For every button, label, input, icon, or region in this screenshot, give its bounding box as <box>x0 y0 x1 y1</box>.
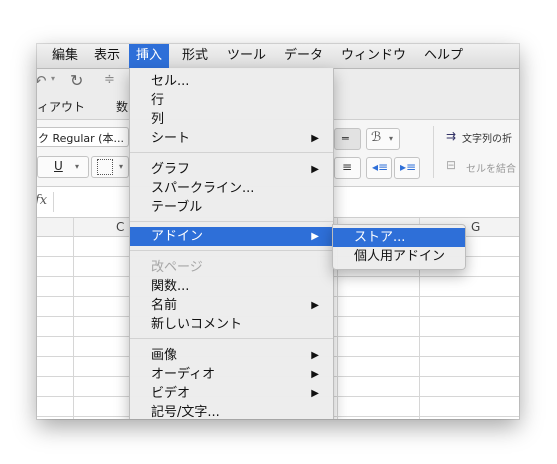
align-right-button[interactable]: ≡ <box>334 157 361 179</box>
excel-window: 編集 表示 挿入 形式 ツール データ ウィンドウ ヘルプ ↶ ▾ ↻ ≑ ィア… <box>37 44 519 419</box>
menu-data[interactable]: データ <box>277 44 330 68</box>
submenu-arrow-icon: ▶ <box>311 300 319 311</box>
menu-item-label: 改ページ <box>151 260 203 275</box>
merge-button[interactable]: セルを結合 <box>466 160 516 175</box>
menu-edit[interactable]: 編集 <box>45 44 85 68</box>
menu-item-chart[interactable]: グラフ ▶ <box>130 160 333 179</box>
submenu-arrow-icon: ▶ <box>311 231 319 242</box>
menu-format[interactable]: 形式 <box>175 44 215 68</box>
divider <box>433 126 434 178</box>
orientation-button[interactable]: ℬ ▾ <box>366 128 400 150</box>
customize-toolbar-icon[interactable]: ≑ <box>104 72 115 87</box>
submenu-arrow-icon: ▶ <box>311 133 319 144</box>
submenu-item-label: ストア... <box>354 230 406 245</box>
menu-tools[interactable]: ツール <box>220 44 273 68</box>
menu-item-function[interactable]: 関数... <box>130 277 333 296</box>
borders-button[interactable]: ▾ <box>91 156 129 178</box>
divider <box>53 192 54 212</box>
menu-item-page-break: 改ページ <box>130 258 333 277</box>
submenu-arrow-icon: ▶ <box>311 164 319 175</box>
increase-indent-button[interactable]: ▸≡ <box>394 157 420 179</box>
column-header-c[interactable]: C <box>116 220 124 234</box>
menu-item-columns[interactable]: 列 <box>130 110 333 129</box>
menu-item-new-comment[interactable]: 新しいコメント <box>130 315 333 334</box>
wrap-text-button[interactable]: 文字列の折 <box>462 130 512 145</box>
menu-item-label: グラフ <box>151 162 191 177</box>
submenu-item-label: 個人用アドイン <box>354 249 446 264</box>
font-name-box[interactable]: ク Regular (本... <box>37 127 129 147</box>
menu-item-audio[interactable]: オーディオ ▶ <box>130 365 333 384</box>
decrease-indent-icon: ◂≡ <box>372 160 389 174</box>
underline-label: U <box>54 159 63 173</box>
menu-item-label: 新しいコメント <box>151 317 243 332</box>
menu-item-label: シート <box>151 131 191 146</box>
chevron-down-icon: ▾ <box>119 162 124 171</box>
menu-item-sheet[interactable]: シート ▶ <box>130 129 333 148</box>
text-orientation-icon: ℬ <box>371 130 382 145</box>
addins-submenu: ストア... 個人用アドイン <box>332 224 466 270</box>
insert-menu: セル... 行 列 シート ▶ グラフ ▶ スパークライン... テーブル アドイン… <box>129 68 334 419</box>
menu-item-name[interactable]: 名前 ▶ <box>130 296 333 315</box>
submenu-arrow-icon: ▶ <box>311 388 319 399</box>
menu-item-label: オーディオ <box>151 367 216 382</box>
borders-icon <box>97 159 113 175</box>
redo-icon[interactable]: ↻ <box>70 71 83 90</box>
menu-item-label: 名前 <box>151 298 178 313</box>
menu-item-rows[interactable]: 行 <box>130 91 333 110</box>
chevron-down-icon: ▾ <box>389 134 394 143</box>
menu-item-label: 関数... <box>151 279 190 294</box>
menubar: 編集 表示 挿入 形式 ツール データ ウィンドウ ヘルプ <box>37 44 519 69</box>
function-icon[interactable]: fx <box>37 193 47 208</box>
menu-window[interactable]: ウィンドウ <box>334 44 413 68</box>
submenu-arrow-icon: ▶ <box>311 350 319 361</box>
merge-icon: ⊟ <box>446 158 457 172</box>
menu-item-table[interactable]: テーブル <box>130 198 333 217</box>
increase-indent-icon: ▸≡ <box>400 160 417 174</box>
chevron-down-icon: ▾ <box>75 162 80 171</box>
underline-button[interactable]: U ▾ <box>37 156 89 178</box>
align-bottom-button[interactable]: ═ <box>334 128 361 150</box>
menu-item-cells[interactable]: セル... <box>130 72 333 91</box>
decrease-indent-button[interactable]: ◂≡ <box>366 157 392 179</box>
menu-view[interactable]: 表示 <box>87 44 127 68</box>
menu-item-video[interactable]: ビデオ ▶ <box>130 384 333 403</box>
menu-help[interactable]: ヘルプ <box>417 44 470 68</box>
tab-page-layout[interactable]: ィアウト <box>37 98 85 115</box>
grid-line <box>73 218 74 419</box>
menu-item-label: テーブル <box>151 200 203 215</box>
submenu-item-my-addins[interactable]: 個人用アドイン <box>333 247 465 266</box>
menu-item-symbol[interactable]: 記号/文字... <box>130 403 333 419</box>
font-name-value: ク Regular (本... <box>38 132 124 145</box>
menu-item-label: 行 <box>151 93 165 108</box>
wrap-text-icon: ⇉ <box>446 129 457 143</box>
submenu-arrow-icon: ▶ <box>311 369 319 380</box>
menu-separator <box>130 221 333 222</box>
menu-separator <box>130 250 333 251</box>
menu-item-sparklines[interactable]: スパークライン... <box>130 179 333 198</box>
menu-insert[interactable]: 挿入 <box>129 44 170 68</box>
column-header-g[interactable]: G <box>471 220 480 234</box>
menu-item-label: ビデオ <box>151 386 191 401</box>
menu-item-addins[interactable]: アドイン ▶ <box>130 227 333 246</box>
tab-formulas[interactable]: 数 <box>116 98 128 115</box>
menu-item-label: 列 <box>151 112 165 127</box>
menu-item-label: アドイン <box>151 229 204 244</box>
align-bottom-icon: ═ <box>342 132 349 145</box>
align-right-icon: ≡ <box>342 160 353 174</box>
menu-separator <box>130 338 333 339</box>
menu-item-label: 画像 <box>151 348 178 363</box>
undo-dropdown-icon[interactable]: ▾ <box>51 74 55 83</box>
menu-item-label: 記号/文字... <box>151 405 220 419</box>
undo-icon[interactable]: ↶ <box>37 72 47 90</box>
menu-item-picture[interactable]: 画像 ▶ <box>130 346 333 365</box>
menu-item-label: セル... <box>151 74 190 89</box>
menu-separator <box>130 152 333 153</box>
menu-item-label: スパークライン... <box>151 181 255 196</box>
submenu-item-store[interactable]: ストア... <box>333 228 465 247</box>
